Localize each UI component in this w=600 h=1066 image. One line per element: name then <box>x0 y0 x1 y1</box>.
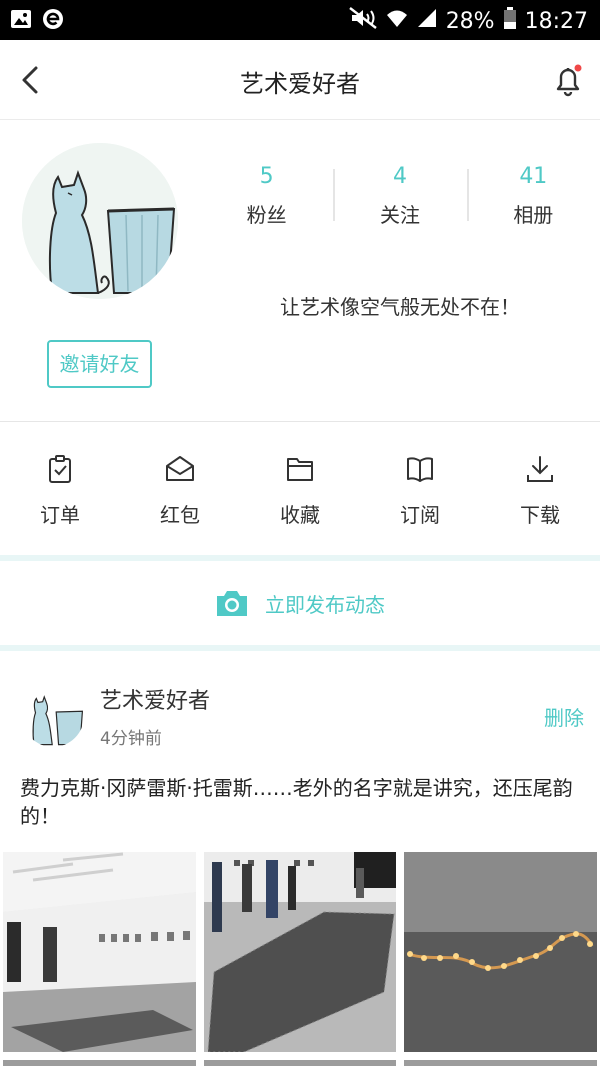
notification-button[interactable] <box>550 62 586 98</box>
menu-label: 下载 <box>520 503 560 527</box>
post-timestamp: 4分钟前 <box>100 729 162 749</box>
clipboard-check-icon <box>49 455 71 483</box>
stat-value: 41 <box>519 164 548 189</box>
profile-stats: 5 粉丝 4 关注 41 相册 <box>200 161 600 228</box>
stat-fans[interactable]: 5 粉丝 <box>200 161 333 228</box>
menu-label: 收藏 <box>280 503 320 527</box>
cat-avatar-illustration <box>22 143 178 299</box>
delete-post-button[interactable]: 删除 <box>544 702 584 731</box>
invite-friends-button[interactable]: 邀请好友 <box>47 340 152 388</box>
post-photo[interactable] <box>404 1060 598 1066</box>
post-photo[interactable] <box>203 1060 397 1066</box>
stat-albums[interactable]: 41 相册 <box>466 161 600 228</box>
stat-label: 粉丝 <box>246 203 287 227</box>
post-photo-gallery-room[interactable] <box>3 852 196 1052</box>
book-icon <box>407 457 433 482</box>
signal-icon <box>416 7 438 35</box>
menu-item-subscriptions[interactable]: 订阅 <box>360 423 480 555</box>
post-photo-grid <box>3 852 598 1052</box>
stat-label: 关注 <box>379 203 420 227</box>
nav-header: 艺术爱好者 <box>0 40 600 120</box>
gallery-candy-floor-image <box>203 852 397 1052</box>
post-text: 费力克斯·冈萨雷斯·托雷斯……老外的名字就是讲究，还压尾韵的！ <box>20 776 573 828</box>
cat-avatar-illustration <box>22 685 84 747</box>
browser-icon <box>42 8 64 34</box>
post-author-avatar[interactable] <box>22 685 84 747</box>
camera-icon <box>217 591 247 616</box>
gallery-icon <box>10 8 32 34</box>
menu-item-red-packet[interactable]: 红包 <box>120 423 240 555</box>
wifi-icon <box>386 7 408 35</box>
profile-signature: 让艺术像空气般无处不在！ <box>280 295 520 319</box>
envelope-icon <box>166 456 194 481</box>
mute-icon <box>348 6 378 36</box>
avatar[interactable] <box>22 143 178 299</box>
publish-post-button[interactable]: 立即发布动态 <box>0 561 600 645</box>
menu-item-orders[interactable]: 订单 <box>0 423 120 555</box>
download-icon <box>527 456 553 482</box>
menu-item-downloads[interactable]: 下载 <box>480 423 600 555</box>
candle-lights-image <box>404 852 598 1052</box>
stat-following[interactable]: 4 关注 <box>333 161 466 228</box>
menu-label: 订阅 <box>400 503 440 527</box>
bell-icon <box>556 64 582 97</box>
post-photo[interactable] <box>3 1060 196 1066</box>
publish-post-label: 立即发布动态 <box>265 592 385 617</box>
post-author-name[interactable]: 艺术爱好者 <box>100 683 210 715</box>
battery-percent: 28% <box>445 8 495 34</box>
page-title: 艺术爱好者 <box>240 70 360 98</box>
post-photo-candle-lights[interactable] <box>404 852 598 1052</box>
section-separator <box>0 645 600 651</box>
status-bar: 28% 18:27 <box>0 0 600 40</box>
post-photo-candy-floor[interactable] <box>203 852 397 1052</box>
stat-value: 5 <box>259 164 274 189</box>
stat-label: 相册 <box>513 203 554 227</box>
folder-icon <box>287 458 313 481</box>
post-photo-grid-row-2 <box>3 1060 598 1066</box>
quick-menu: 订单 红包 收藏 订阅 下载 <box>0 423 600 555</box>
divider <box>0 421 600 422</box>
battery-icon <box>503 7 517 35</box>
menu-label: 订单 <box>40 503 80 527</box>
profile-section: 5 粉丝 4 关注 41 相册 让艺术像空气般无处不在！ 邀请好友 <box>0 121 600 421</box>
gallery-room-image <box>3 852 196 1052</box>
stat-value: 4 <box>392 164 407 189</box>
clock: 18:27 <box>524 8 588 34</box>
menu-item-favorites[interactable]: 收藏 <box>240 423 360 555</box>
menu-label: 红包 <box>160 503 200 527</box>
